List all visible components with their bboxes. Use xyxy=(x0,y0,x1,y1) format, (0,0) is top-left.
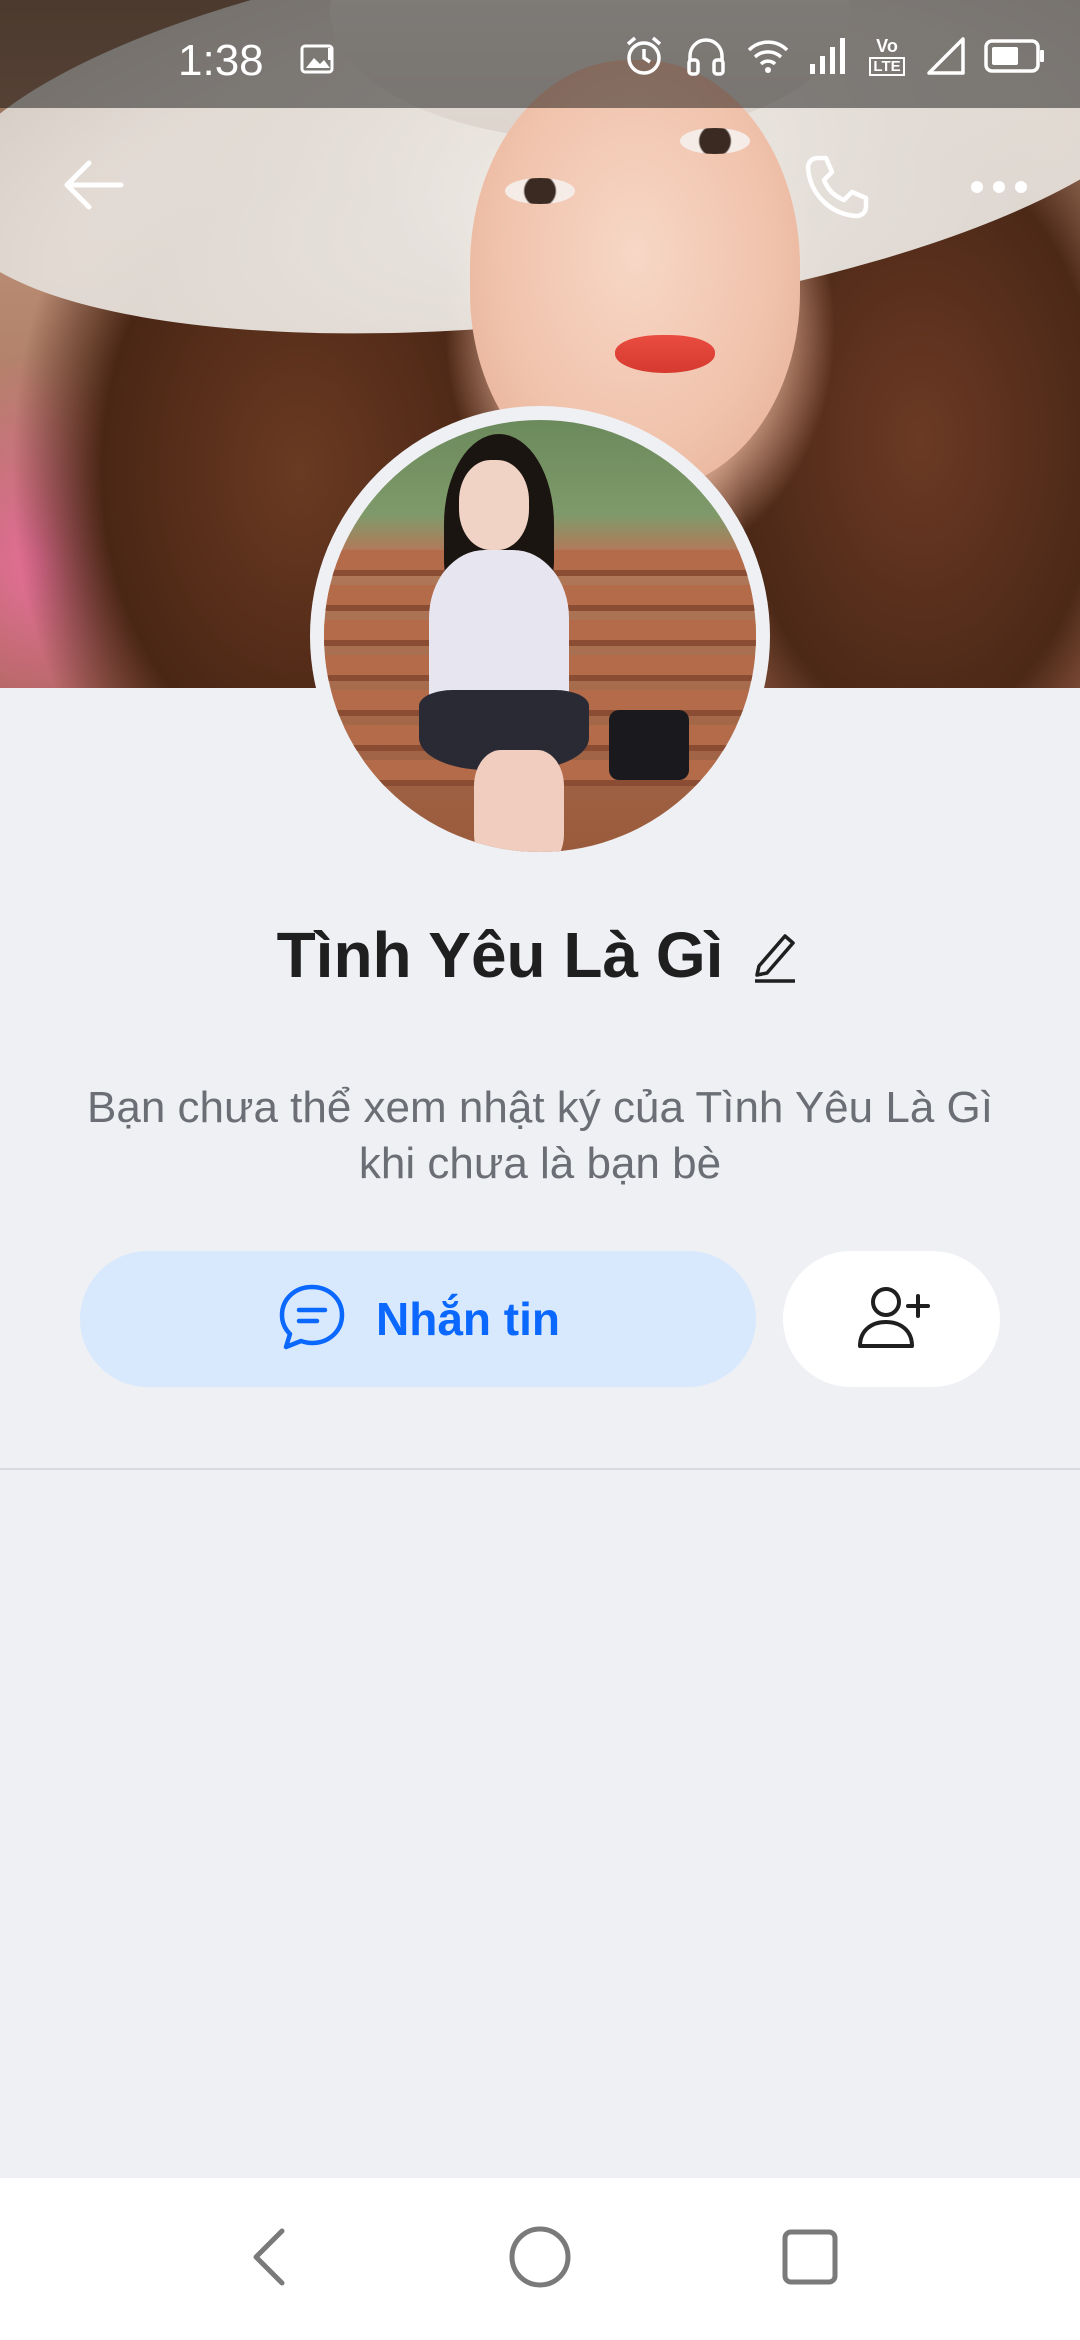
add-friend-button[interactable] xyxy=(783,1251,1000,1387)
call-button[interactable] xyxy=(792,144,882,234)
system-home-button[interactable] xyxy=(495,2214,585,2304)
profile-header xyxy=(0,140,1080,240)
section-divider xyxy=(0,1468,1080,1470)
system-back-button[interactable] xyxy=(225,2214,315,2304)
more-dots-icon xyxy=(969,179,1029,200)
back-button[interactable] xyxy=(48,142,138,232)
alarm-icon xyxy=(622,34,666,78)
signal-empty-icon xyxy=(926,36,966,76)
message-button-label: Nhắn tin xyxy=(376,1293,560,1345)
status-time: 1:38 xyxy=(178,36,264,85)
action-buttons: Nhắn tin xyxy=(80,1251,1000,1387)
battery-icon xyxy=(984,38,1046,74)
nav-home-icon xyxy=(508,2225,572,2294)
status-bar: 1:38 Vo LTE xyxy=(0,0,1080,108)
message-button[interactable]: Nhắn tin xyxy=(80,1251,756,1387)
more-button[interactable] xyxy=(954,144,1044,234)
avatar[interactable] xyxy=(310,406,770,866)
system-navigation-bar xyxy=(0,2178,1080,2340)
volte-icon: Vo LTE xyxy=(866,37,908,76)
gallery-notification-icon xyxy=(300,44,336,81)
profile-name-row: Tình Yêu Là Gì xyxy=(0,910,1080,1000)
add-friend-icon xyxy=(854,1282,930,1357)
nav-recents-icon xyxy=(781,2228,839,2291)
pencil-icon[interactable] xyxy=(751,926,803,984)
avatar-photo xyxy=(324,420,756,852)
wifi-icon xyxy=(746,36,790,76)
status-icons: Vo LTE xyxy=(622,34,1046,78)
headphones-icon xyxy=(684,34,728,78)
phone-icon xyxy=(802,152,872,227)
nav-back-icon xyxy=(248,2227,292,2292)
chat-bubble-icon xyxy=(276,1281,348,1358)
cell-signal-icon xyxy=(808,36,848,76)
arrow-left-icon xyxy=(61,157,125,218)
profile-name: Tình Yêu Là Gì xyxy=(276,919,724,991)
profile-screen: 1:38 Vo LTE Tình Yêu Là Gì Bạn chưa thể … xyxy=(0,0,1080,2340)
system-recents-button[interactable] xyxy=(765,2214,855,2304)
privacy-notice: Bạn chưa thể xem nhật ký của Tình Yêu Là… xyxy=(87,1083,993,1188)
